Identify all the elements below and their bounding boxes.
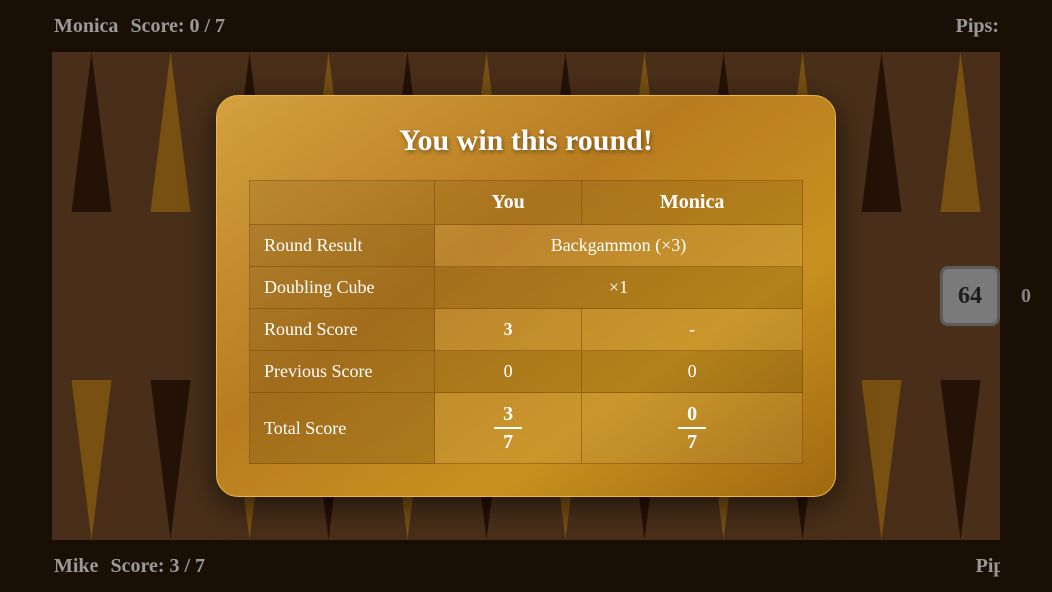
modal-overlay: You win this round! You Monica Round Res… <box>0 0 1052 592</box>
round-score-label: Round Score <box>250 309 435 351</box>
score-table: You Monica Round Result Backgammon (×3) … <box>249 180 803 464</box>
modal-title: You win this round! <box>249 124 803 158</box>
you-fraction: 3 7 <box>449 403 567 453</box>
monica-fraction: 0 7 <box>596 403 788 453</box>
total-score-row: Total Score 3 7 0 7 <box>250 393 803 464</box>
total-score-you: 3 7 <box>435 393 582 464</box>
header-label <box>250 181 435 225</box>
monica-fraction-den: 7 <box>687 431 697 453</box>
you-fraction-den: 7 <box>503 431 513 453</box>
you-fraction-line <box>494 427 522 429</box>
previous-score-row: Previous Score 0 0 <box>250 351 803 393</box>
monica-fraction-num: 0 <box>687 403 697 425</box>
you-fraction-num: 3 <box>503 403 513 425</box>
round-result-label: Round Result <box>250 225 435 267</box>
header-monica: Monica <box>582 181 803 225</box>
round-score-monica: - <box>582 309 803 351</box>
doubling-cube-label: Doubling Cube <box>250 267 435 309</box>
round-result-value: Backgammon (×3) <box>435 225 803 267</box>
total-score-monica: 0 7 <box>582 393 803 464</box>
previous-score-monica: 0 <box>582 351 803 393</box>
previous-score-you: 0 <box>435 351 582 393</box>
header-you: You <box>435 181 582 225</box>
round-result-row: Round Result Backgammon (×3) <box>250 225 803 267</box>
previous-score-label: Previous Score <box>250 351 435 393</box>
round-score-row: Round Score 3 - <box>250 309 803 351</box>
doubling-cube-cell: ×1 <box>435 267 803 309</box>
round-score-you: 3 <box>435 309 582 351</box>
score-modal: You win this round! You Monica Round Res… <box>216 95 836 497</box>
total-score-label: Total Score <box>250 393 435 464</box>
doubling-cube-row: Doubling Cube ×1 <box>250 267 803 309</box>
monica-fraction-line <box>678 427 706 429</box>
